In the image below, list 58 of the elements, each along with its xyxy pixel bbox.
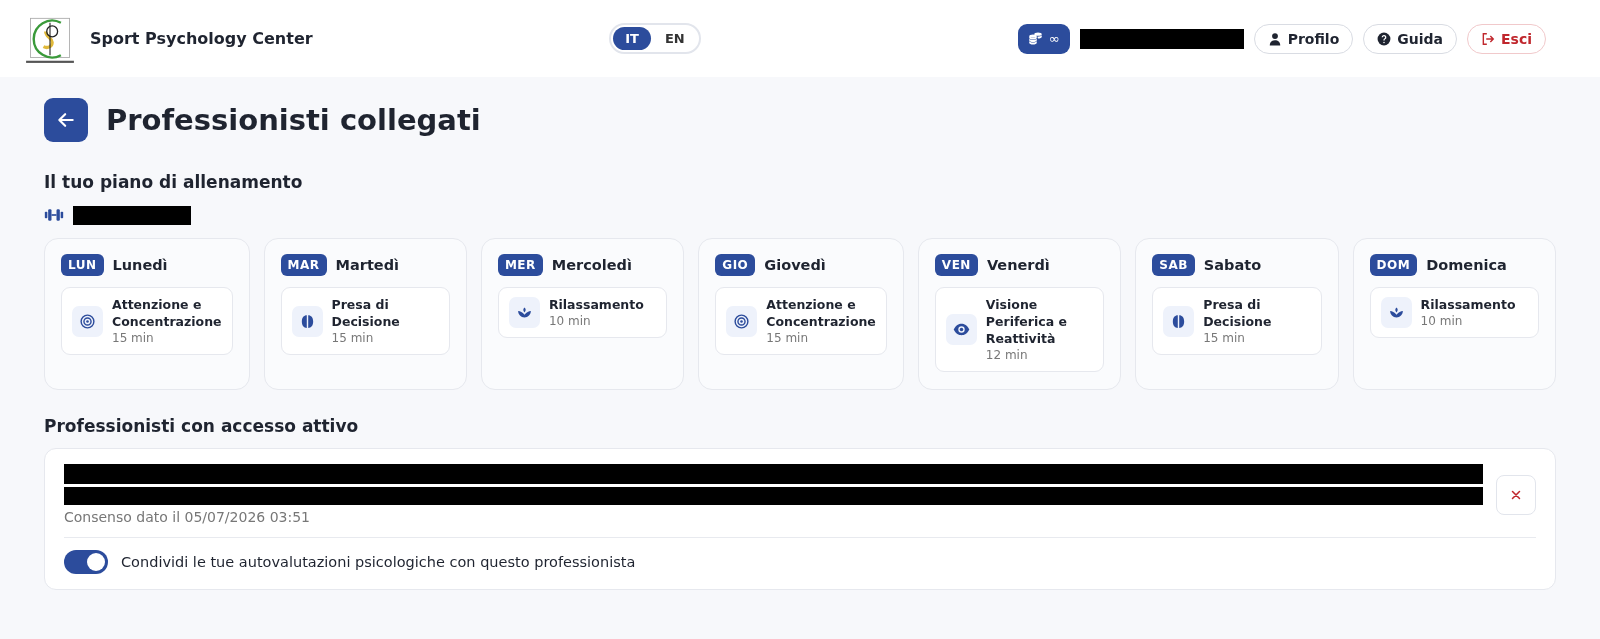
- exercise-title: Rilassamento: [1420, 296, 1516, 313]
- day-name: Martedì: [335, 257, 399, 273]
- day-name: Mercoledì: [551, 257, 632, 273]
- coins-icon: [1027, 31, 1043, 46]
- exercise-duration: 10 min: [1420, 313, 1464, 329]
- toggle-label: Condividi le tue autovalutazioni psicologiche con questo professionista: [121, 554, 636, 570]
- exercise-duration: 12 min: [985, 347, 1029, 363]
- credits-button[interactable]: ∞: [1017, 23, 1070, 54]
- day-badge: DOM: [1369, 254, 1418, 276]
- back-button[interactable]: [44, 98, 88, 142]
- exercise-title: Attenzione e Concentrazione: [766, 296, 876, 330]
- remove-button[interactable]: [1496, 474, 1536, 515]
- exercise-duration: 10 min: [548, 313, 592, 329]
- help-button[interactable]: Guida: [1363, 23, 1457, 54]
- exercise-duration: 15 min: [112, 330, 155, 346]
- help-icon: [1377, 31, 1392, 46]
- exercise-title: Presa di Decisione: [331, 296, 401, 330]
- target-icon: [733, 312, 751, 330]
- logout-icon: [1481, 31, 1495, 46]
- target-icon: [79, 312, 96, 330]
- logout-button[interactable]: Esci: [1467, 23, 1546, 54]
- language-option[interactable]: EN: [652, 27, 697, 50]
- page-title: Professionisti collegati: [106, 103, 481, 137]
- toggle-switch[interactable]: [64, 550, 108, 574]
- day-name: Domenica: [1426, 257, 1507, 273]
- exercise-title: Attenzione e Concentrazione: [112, 296, 222, 330]
- day-name: Giovedì: [764, 257, 826, 273]
- day-badge: SAB: [1152, 254, 1195, 276]
- exercise-duration: 15 min: [1203, 330, 1246, 346]
- language-option[interactable]: IT: [613, 27, 651, 50]
- day-badge: VEN: [934, 254, 978, 276]
- exercise-card[interactable]: Rilassamento 10 min: [497, 287, 668, 338]
- day-badge: MER: [497, 254, 543, 276]
- day-badge: MAR: [280, 254, 327, 276]
- day-badge: LUN: [61, 254, 104, 276]
- exercise-title: Rilassamento: [548, 296, 644, 313]
- person-icon: [1267, 31, 1282, 46]
- section-heading: Professionisti con accesso attivo: [44, 416, 360, 436]
- arrow-left-icon: [56, 110, 76, 130]
- exercise-title: Visione Periferica e Reattività: [985, 296, 1068, 347]
- exercise-card[interactable]: Visione Periferica e Reattività 12 min: [934, 287, 1105, 372]
- eye-icon: [952, 321, 970, 338]
- exercise-card[interactable]: Rilassamento 10 min: [1369, 287, 1539, 338]
- exercise-title: Presa di Decisione: [1203, 296, 1273, 330]
- day-name: Lunedì: [112, 257, 168, 273]
- exercise-card[interactable]: Attenzione e Concentrazione 15 min: [715, 287, 887, 355]
- profile-button[interactable]: Profilo: [1253, 23, 1354, 54]
- exercise-card[interactable]: Attenzione e Concentrazione 15 min: [61, 287, 233, 355]
- section-heading: Il tuo piano di allenamento: [44, 172, 304, 192]
- exercise-duration: 15 min: [331, 330, 375, 346]
- exercise-card[interactable]: Presa di Decisione 15 min: [280, 287, 450, 355]
- brand-name: Sport Psychology Center: [90, 29, 313, 48]
- day-name: Sabato: [1203, 257, 1262, 273]
- day-name: Venerdì: [986, 257, 1050, 273]
- day-badge: GIO: [715, 254, 756, 276]
- exercise-duration: 15 min: [766, 330, 809, 346]
- consent-text: Consenso dato il 05/07/2026 03:51: [64, 509, 311, 525]
- exercise-card[interactable]: Presa di Decisione 15 min: [1152, 287, 1322, 355]
